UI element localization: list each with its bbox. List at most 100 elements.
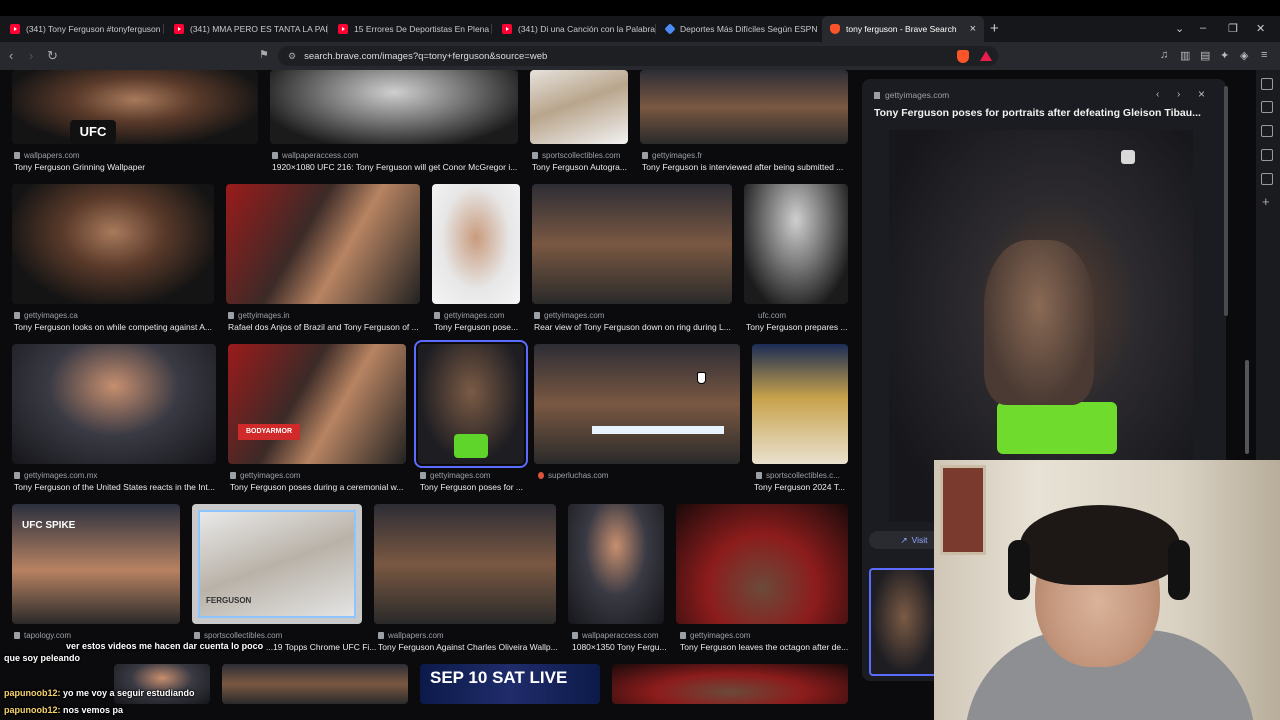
image-result[interactable] [568,504,664,624]
image-result[interactable] [612,664,848,704]
image-result[interactable] [744,184,848,304]
result-source[interactable]: wallpapers.com [14,151,80,160]
result-source[interactable]: gettyimages.com [230,471,300,480]
image-result[interactable] [114,664,210,704]
result-source[interactable]: sportscollectibles.c... [756,471,840,480]
image-result[interactable] [530,70,628,144]
result-source[interactable]: wallpaperaccess.com [572,631,658,640]
image-result[interactable]: UFC [12,70,258,144]
tab-6-active[interactable]: tony ferguson - Brave Search × [822,16,984,42]
back-button[interactable]: ‹ [9,48,13,63]
chevron-down-icon[interactable]: ⌄ [1175,22,1184,35]
image-result-selected[interactable] [414,340,528,468]
image-result[interactable] [226,184,420,304]
result-caption[interactable]: Rafael dos Anjos of Brazil and Tony Ferg… [228,322,422,332]
next-image-button[interactable]: › [1177,89,1180,100]
result-caption[interactable]: Tony Ferguson Grinning Wallpaper [14,162,254,172]
result-caption[interactable]: Tony Ferguson poses during a ceremonial … [230,482,408,492]
result-caption[interactable]: Tony Ferguson prepares ... [746,322,850,332]
result-source[interactable]: gettyimages.fr [642,151,702,160]
tab-5[interactable]: Deportes Más Difíciles Según ESPN [658,18,820,40]
reload-button[interactable]: ↻ [47,48,58,64]
menu-icon[interactable]: ≡ [1261,49,1267,61]
result-caption[interactable]: Tony Ferguson looks on while competing a… [14,322,214,332]
tab-1[interactable]: (341) Tony Ferguson #tonyferguson [2,18,164,40]
previous-image-button[interactable]: ‹ [1156,89,1159,100]
result-caption[interactable]: Tony Ferguson poses for ... [420,482,526,492]
panel-title[interactable]: Tony Ferguson poses for portraits after … [874,107,1216,119]
image-result[interactable] [270,70,518,144]
result-caption[interactable]: Tony Ferguson of the United States react… [14,482,216,492]
sidebar-leo-icon[interactable] [1261,78,1273,90]
image-result[interactable] [676,504,848,624]
result-caption[interactable]: Tony Ferguson Autogra... [532,162,632,172]
page-scrollbar[interactable] [1245,360,1249,454]
media-icon[interactable]: ♫ [1160,49,1168,61]
result-caption[interactable]: Tony Ferguson 2024 T... [754,482,850,492]
result-caption[interactable]: Rear view of Tony Ferguson down on ring … [534,322,734,332]
result-source[interactable]: gettyimages.com [534,311,604,320]
image-result[interactable] [12,344,216,464]
image-result[interactable] [222,664,408,704]
sidebar-add-icon[interactable]: + [1262,194,1270,209]
minimize-icon[interactable]: – [1200,22,1206,34]
image-result[interactable] [640,70,848,144]
leo-icon[interactable]: ✦ [1220,49,1229,62]
image-result[interactable]: UFC SPIKE [12,504,180,624]
sidebar-reading-list-icon[interactable] [1261,125,1273,137]
sidebar-toggle-icon[interactable]: ▥ [1180,49,1190,62]
image-result[interactable] [374,504,556,624]
image-result[interactable] [12,184,214,304]
brave-rewards-icon[interactable] [980,51,992,61]
image-result[interactable]: FERGUSON [192,504,362,624]
site-info-icon[interactable]: ⚙ [288,51,296,62]
result-source[interactable]: gettyimages.com [434,311,504,320]
image-result[interactable]: BODYARMOR [228,344,406,464]
panel-scrollbar[interactable] [1224,86,1228,316]
result-source[interactable]: ufc.com [758,311,786,320]
result-source[interactable]: superluchas.com [538,471,608,480]
panel-thumbnail[interactable] [869,568,939,676]
result-source[interactable]: sportscollectibles.com [194,631,282,640]
brave-shields-icon[interactable] [957,50,969,63]
wallet-icon[interactable]: ▤ [1200,49,1210,62]
image-result[interactable] [752,344,848,464]
new-tab-button[interactable]: + [990,20,999,37]
maximize-icon[interactable]: ❐ [1228,22,1238,35]
tab-title: 15 Errores De Deportistas En Plena C [354,24,492,34]
result-source[interactable]: gettyimages.ca [14,311,78,320]
window-close-icon[interactable]: ✕ [1256,22,1265,35]
result-source[interactable]: gettyimages.com [680,631,750,640]
image-result[interactable] [534,344,740,464]
address-bar[interactable]: ⚙ search.brave.com/images?q=tony+ferguso… [278,46,998,66]
image-result[interactable] [532,184,732,304]
panel-source[interactable]: gettyimages.com [874,90,949,100]
sidebar-bookmarks-icon[interactable] [1261,149,1273,161]
result-source[interactable]: wallpaperaccess.com [272,151,358,160]
vpn-icon[interactable]: ◈ [1240,49,1248,62]
result-caption[interactable]: 1920×1080 UFC 216: Tony Ferguson will ge… [272,162,518,172]
result-source[interactable]: sportscollectibles.com [532,151,620,160]
result-caption[interactable]: Tony Ferguson pose... [434,322,524,332]
sidebar-history-icon[interactable] [1261,173,1273,185]
bookmark-icon[interactable]: ⚑ [259,48,269,61]
result-caption[interactable]: Tony Ferguson is interviewed after being… [642,162,848,172]
result-caption[interactable]: Tony Ferguson leaves the octagon after d… [680,642,850,652]
result-caption[interactable]: 1080×1350 Tony Fergu... [572,642,670,652]
result-source[interactable]: gettyimages.in [228,311,290,320]
result-caption[interactable]: Tony Ferguson Against Charles Oliveira W… [378,642,560,652]
result-caption[interactable]: ...19 Topps Chrome UFC Fi... [266,642,376,652]
forward-button[interactable]: › [29,48,33,63]
tab-2[interactable]: (341) MMA PERO ES TANTA LA PALIZ [166,18,328,40]
sidebar-wallet-icon[interactable] [1261,101,1273,113]
result-source[interactable]: tapology.com [14,631,71,640]
tab-4[interactable]: (341) Di una Canción con la Palabra... [494,18,656,40]
tab-3[interactable]: 15 Errores De Deportistas En Plena C [330,18,492,40]
result-source[interactable]: gettyimages.com.mx [14,471,97,480]
close-icon[interactable]: × [970,23,976,35]
close-panel-button[interactable]: × [1198,87,1205,101]
image-result[interactable] [432,184,520,304]
image-result[interactable]: SEP 10 SAT LIVE [420,664,600,704]
result-source[interactable]: gettyimages.com [420,471,490,480]
result-source[interactable]: wallpapers.com [378,631,444,640]
